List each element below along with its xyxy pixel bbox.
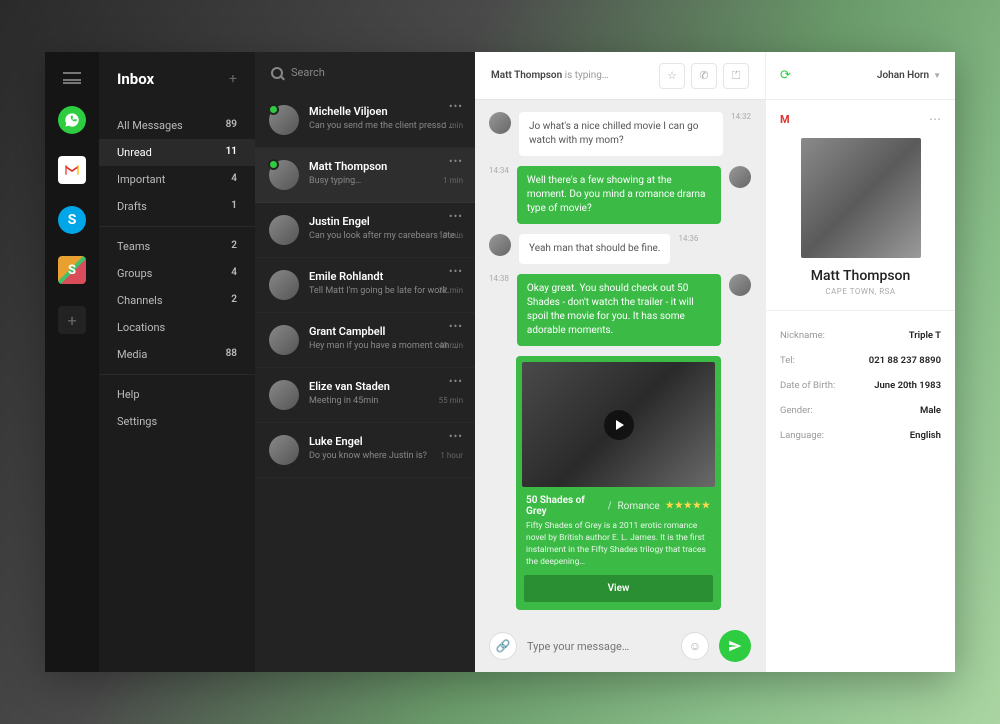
compose-bar: 🔗 ☺ bbox=[475, 620, 765, 672]
avatar bbox=[269, 270, 299, 300]
thread-row[interactable]: Elize van StadenMeeting in 45min•••55 mi… bbox=[255, 368, 475, 423]
avatar bbox=[269, 105, 299, 135]
avatar bbox=[269, 380, 299, 410]
skype-icon[interactable]: S bbox=[58, 206, 86, 234]
profile-field: Nickname:Triple T bbox=[780, 323, 941, 348]
media-card[interactable]: 50 Shades of Grey/Romance★★★★★Fifty Shad… bbox=[516, 356, 721, 610]
app-window: S S + Inbox + All Messages89Unread11Impo… bbox=[45, 52, 955, 672]
avatar bbox=[269, 215, 299, 245]
message: Yeah man that should be fine.14:36 bbox=[489, 234, 751, 264]
source-gmail-icon[interactable]: M bbox=[780, 113, 790, 126]
search-placeholder: Search bbox=[291, 66, 325, 79]
profile-panel: ⟳ Johan Horn ▼ M ⋯ Matt Thompson Cape To… bbox=[765, 52, 955, 672]
chevron-down-icon[interactable]: ▼ bbox=[933, 71, 941, 80]
more-icon[interactable]: ⋯ bbox=[929, 112, 941, 126]
profile-field: Language:English bbox=[780, 423, 941, 448]
gmail-icon[interactable] bbox=[58, 156, 86, 184]
avatar bbox=[489, 234, 511, 256]
profile-field: Gender:Male bbox=[780, 398, 941, 423]
thread-row[interactable]: Michelle ViljoenCan you send me the clie… bbox=[255, 93, 475, 148]
more-icon[interactable]: ••• bbox=[440, 433, 463, 441]
emoji-icon[interactable]: ☺ bbox=[681, 632, 709, 660]
nav-item[interactable]: Teams2 bbox=[99, 233, 255, 260]
nav-item[interactable]: Drafts1 bbox=[99, 193, 255, 220]
app-rail: S S + bbox=[45, 52, 99, 672]
chat-panel: Matt Thompson is typing… ☆ ✆ ⏍ Jo what's… bbox=[475, 52, 765, 672]
nav-item[interactable]: Settings bbox=[99, 408, 255, 435]
avatar bbox=[269, 160, 299, 190]
nav-title: Inbox + bbox=[99, 70, 255, 106]
search-icon bbox=[271, 67, 283, 79]
nav-item[interactable]: Important4 bbox=[99, 166, 255, 193]
message: Okay great. You should check out 50 Shad… bbox=[489, 274, 751, 346]
nav-panel: Inbox + All Messages89Unread11Important4… bbox=[99, 52, 255, 672]
thread-row[interactable]: Matt ThompsonBusy typing…•••1 min bbox=[255, 148, 475, 203]
profile-info: Nickname:Triple TTel:021 88 237 8890Date… bbox=[766, 310, 955, 460]
more-icon[interactable]: ••• bbox=[439, 268, 463, 276]
video-icon[interactable]: ⏍ bbox=[723, 63, 749, 89]
thread-list: Search Michelle ViljoenCan you send me t… bbox=[255, 52, 475, 672]
profile-field: Tel:021 88 237 8890 bbox=[780, 348, 941, 373]
thread-row[interactable]: Emile RohlandtTell Matt I'm going be lat… bbox=[255, 258, 475, 313]
slack-icon[interactable]: S bbox=[58, 256, 86, 284]
message: Well there's a few showing at the moment… bbox=[489, 166, 751, 224]
menu-icon[interactable] bbox=[63, 72, 81, 84]
nav-item[interactable]: All Messages89 bbox=[99, 112, 255, 139]
more-icon[interactable]: ••• bbox=[439, 323, 463, 331]
nav-item[interactable]: Channels2 bbox=[99, 287, 255, 314]
thread-row[interactable]: Grant CampbellHey man if you have a mome… bbox=[255, 313, 475, 368]
typing-indicator: Matt Thompson is typing… bbox=[491, 70, 609, 81]
star-icon[interactable]: ☆ bbox=[659, 63, 685, 89]
thread-row[interactable]: Luke EngelDo you know where Justin is?••… bbox=[255, 423, 475, 478]
avatar bbox=[489, 112, 511, 134]
video-thumbnail[interactable] bbox=[522, 362, 715, 487]
nav-item[interactable]: Media88 bbox=[99, 341, 255, 368]
add-app-button[interactable]: + bbox=[58, 306, 86, 334]
search-bar[interactable]: Search bbox=[255, 52, 475, 93]
nav-title-text: Inbox bbox=[117, 70, 154, 88]
nav-item[interactable]: Groups4 bbox=[99, 260, 255, 287]
message-list: Jo what's a nice chilled movie I can go … bbox=[475, 100, 765, 620]
nav-item[interactable]: Help bbox=[99, 381, 255, 408]
profile-location: Cape Town, RSA bbox=[766, 287, 955, 296]
message: Jo what's a nice chilled movie I can go … bbox=[489, 112, 751, 156]
message-input[interactable] bbox=[527, 640, 671, 653]
profile-field: Date of Birth:June 20th 1983 bbox=[780, 373, 941, 398]
avatar bbox=[269, 325, 299, 355]
call-icon[interactable]: ✆ bbox=[691, 63, 717, 89]
play-icon[interactable] bbox=[604, 410, 634, 440]
more-icon[interactable]: ••• bbox=[439, 378, 463, 386]
nav-item[interactable]: Unread11 bbox=[99, 139, 255, 166]
attach-icon[interactable]: 🔗 bbox=[489, 632, 517, 660]
current-user[interactable]: Johan Horn bbox=[877, 70, 929, 81]
profile-photo bbox=[801, 138, 921, 258]
profile-header: ⟳ Johan Horn ▼ bbox=[766, 52, 955, 100]
view-button[interactable]: View bbox=[524, 575, 713, 602]
thread-row[interactable]: Justin EngelCan you look after my carebe… bbox=[255, 203, 475, 258]
compose-icon[interactable]: + bbox=[229, 71, 237, 87]
whatsapp-icon[interactable] bbox=[58, 106, 86, 134]
avatar bbox=[729, 274, 751, 296]
more-icon[interactable]: ••• bbox=[443, 103, 463, 111]
nav-item[interactable]: Locations bbox=[99, 314, 255, 341]
more-icon[interactable]: ••• bbox=[439, 213, 463, 221]
avatar bbox=[269, 435, 299, 465]
more-icon[interactable]: ••• bbox=[443, 158, 463, 166]
avatar bbox=[729, 166, 751, 188]
chat-header: Matt Thompson is typing… ☆ ✆ ⏍ bbox=[475, 52, 765, 100]
profile-name: Matt Thompson bbox=[766, 268, 955, 284]
send-button[interactable] bbox=[719, 630, 751, 662]
refresh-icon[interactable]: ⟳ bbox=[780, 68, 791, 83]
